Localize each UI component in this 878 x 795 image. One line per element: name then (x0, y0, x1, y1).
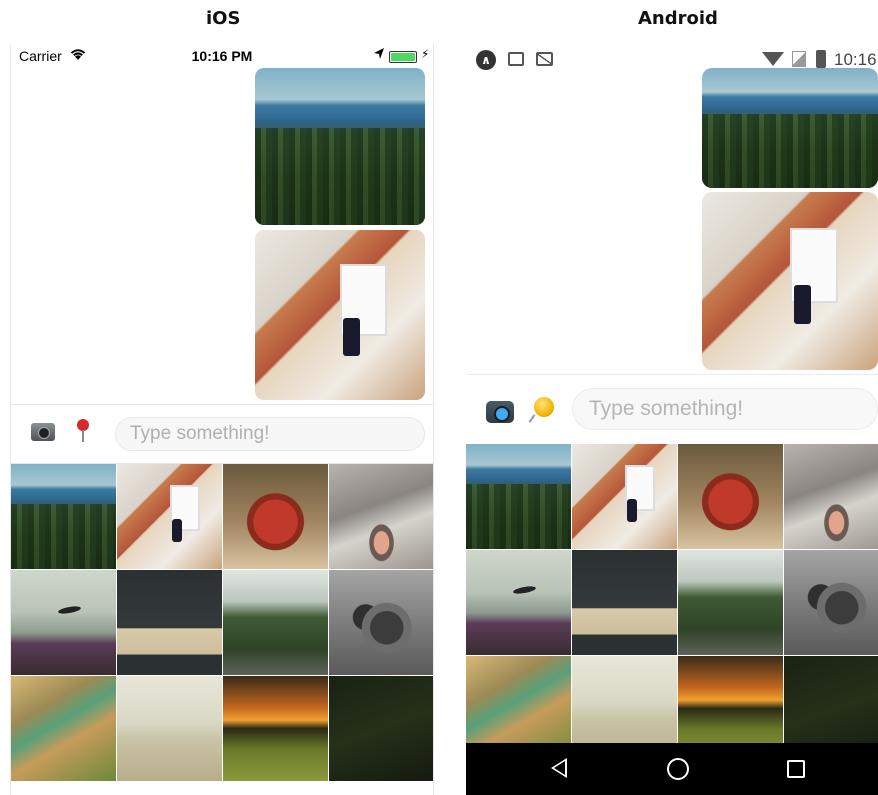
recents-icon[interactable] (787, 760, 805, 778)
message-image-forest[interactable] (702, 68, 878, 188)
grid-photo-night[interactable] (329, 676, 433, 781)
composer-bar: Type something! (466, 374, 878, 444)
android-screen: ∧ 10:16 Type something! (466, 44, 878, 795)
camera-icon[interactable] (486, 401, 514, 423)
android-title: Android (638, 8, 718, 29)
grid-photo-trees[interactable] (678, 550, 783, 655)
ios-status-bar: Carrier 10:16 PM ⚡ (11, 44, 433, 68)
charging-icon: ⚡ (421, 47, 430, 61)
battery-icon (389, 51, 417, 63)
android-nav-bar (466, 743, 878, 795)
message-input[interactable]: Type something! (572, 388, 878, 430)
composer-bar: Type something! (11, 404, 433, 464)
grid-photo-cat[interactable] (329, 464, 433, 569)
grid-photo-trees[interactable] (223, 570, 328, 675)
grid-photo-beach[interactable] (117, 676, 222, 781)
grid-photo-mug[interactable] (678, 444, 783, 549)
grid-photo-mug[interactable] (223, 464, 328, 569)
grid-photo-sunset[interactable] (223, 676, 328, 781)
android-clock: 10:16 (834, 50, 877, 69)
grid-photo-desk[interactable] (117, 464, 222, 569)
battery-icon (816, 50, 826, 68)
ios-screen: Carrier 10:16 PM ⚡ Type something! (10, 44, 434, 795)
grid-photo-keyboard[interactable] (117, 570, 222, 675)
grid-photo-forest[interactable] (11, 464, 116, 569)
image-notification-icon (508, 52, 524, 66)
wifi-icon (762, 52, 784, 66)
ios-clock: 10:16 PM (191, 48, 253, 64)
grid-photo-bird[interactable] (466, 550, 571, 655)
grid-photo-forest[interactable] (466, 444, 571, 549)
grid-photo-keyboard[interactable] (572, 550, 677, 655)
message-image-desk[interactable] (702, 192, 878, 370)
grid-photo-pinecone[interactable] (784, 550, 878, 655)
grid-photo-desk[interactable] (572, 444, 677, 549)
camera-icon[interactable] (31, 423, 55, 441)
grid-photo-cat[interactable] (784, 444, 878, 549)
location-pin-icon[interactable] (77, 419, 89, 442)
message-image-forest[interactable] (255, 68, 425, 225)
grid-photo-pinecone[interactable] (329, 570, 433, 675)
location-pin-icon[interactable] (534, 397, 554, 417)
message-input[interactable]: Type something! (115, 417, 425, 451)
grid-photo-bird[interactable] (11, 570, 116, 675)
app-notification-icon: ∧ (476, 50, 496, 70)
location-arrow-icon (374, 48, 384, 59)
message-image-desk[interactable] (255, 230, 425, 400)
signal-icon (792, 51, 806, 67)
grid-photo-grass[interactable] (11, 676, 116, 781)
mail-notification-icon (536, 52, 553, 66)
ios-title: iOS (206, 8, 241, 29)
home-icon[interactable] (667, 758, 689, 780)
back-icon[interactable] (551, 758, 567, 778)
